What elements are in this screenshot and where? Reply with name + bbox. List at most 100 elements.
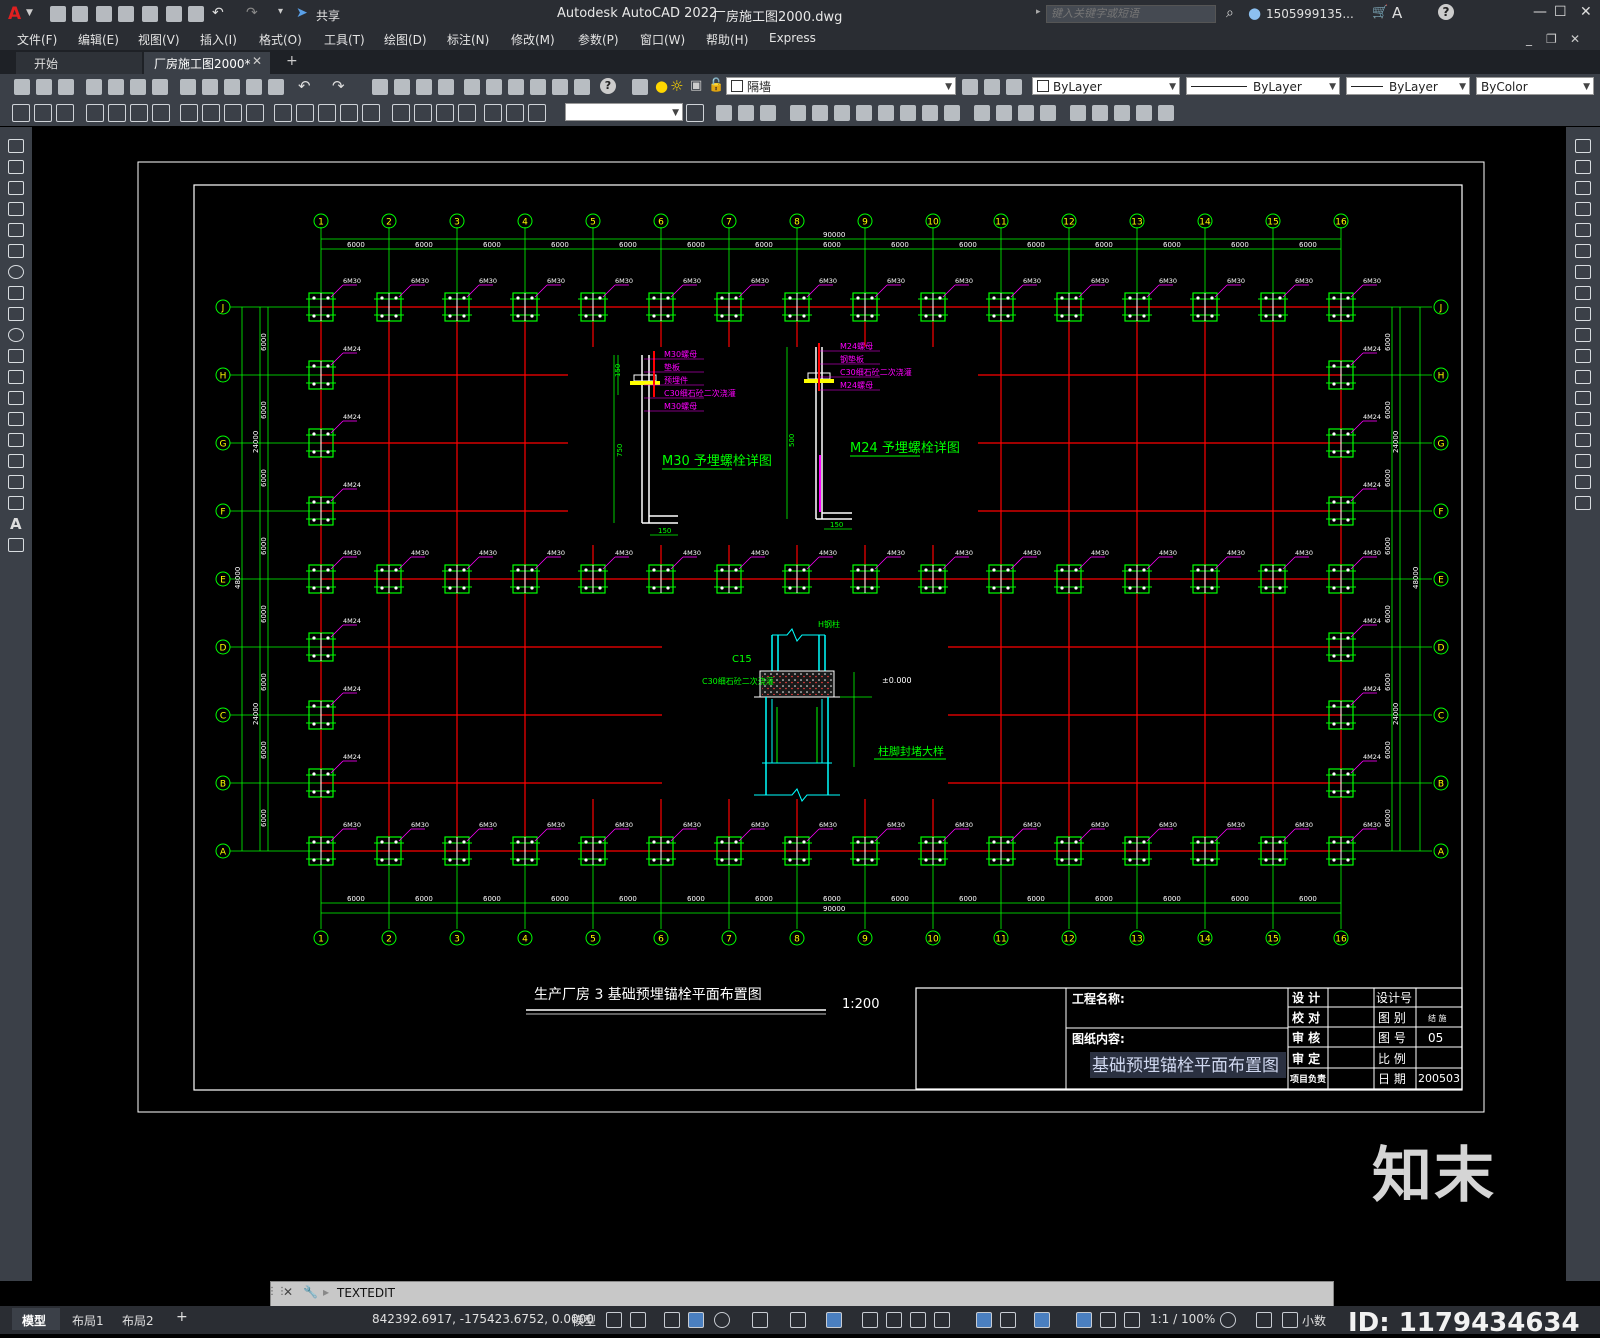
r-trim-icon[interactable] (1575, 328, 1591, 342)
fillet-icon[interactable] (1040, 105, 1056, 121)
redo-icon[interactable]: ↷ (246, 5, 258, 21)
doc-close-icon[interactable]: ✕ (1570, 32, 1580, 46)
sheet-set-icon[interactable] (530, 79, 546, 95)
annotation-monitor-icon[interactable] (1256, 1312, 1272, 1328)
mtext-icon[interactable]: A (10, 515, 22, 533)
trim-icon[interactable] (922, 105, 938, 121)
new-icon[interactable] (50, 6, 66, 22)
r-explode-icon[interactable] (1575, 496, 1591, 510)
table-icon[interactable] (8, 496, 24, 510)
doc-restore-icon[interactable]: ❐ (1546, 32, 1557, 46)
layer-manager-icon[interactable] (632, 79, 648, 95)
search-input[interactable] (1046, 5, 1216, 23)
quick-dim-icon[interactable] (274, 104, 292, 122)
share-icon[interactable]: ➤ (296, 5, 308, 21)
gradient-icon[interactable] (8, 454, 24, 468)
tb-redo-icon[interactable]: ↷ (332, 77, 345, 95)
dim-jogged-icon[interactable] (202, 104, 220, 122)
add-layout-button[interactable]: + (176, 1309, 188, 1325)
dynamic-ucs-icon[interactable] (976, 1312, 992, 1328)
transparency-icon[interactable] (886, 1312, 902, 1328)
break-icon[interactable] (974, 105, 990, 121)
dim-break-icon[interactable] (362, 104, 380, 122)
edit-spline-icon[interactable] (1136, 105, 1152, 121)
cart-icon[interactable]: 🛒 (1372, 5, 1388, 20)
doc-minimize-icon[interactable]: _ (1526, 32, 1532, 46)
zoom-previous-icon[interactable] (438, 79, 454, 95)
menu-insert[interactable]: 插入(I) (200, 31, 237, 48)
dim-ordinate-icon[interactable] (152, 104, 170, 122)
linetype-combo[interactable]: ByLayer ▼ (1186, 77, 1340, 95)
match-prop-icon[interactable] (246, 79, 262, 95)
r-blend-icon[interactable] (1575, 475, 1591, 489)
tb-help-icon[interactable]: ? (600, 78, 616, 94)
auto-scale-icon[interactable] (1100, 1312, 1116, 1328)
block-editor-icon[interactable] (268, 79, 284, 95)
lineweight-combo[interactable]: ByLayer ▼ (1346, 77, 1470, 95)
layer-state-icon[interactable] (1006, 79, 1022, 95)
rectangle-icon[interactable] (8, 223, 24, 237)
dim-linear-icon[interactable] (86, 104, 104, 122)
dynamic-input-icon[interactable] (664, 1312, 680, 1328)
annotation-visibility-icon[interactable] (1076, 1312, 1092, 1328)
markup-icon[interactable] (552, 79, 568, 95)
drawing-canvas[interactable]: 90000 6000 6000 6000 6000 6000 6000 6000 6000 600… (32, 127, 1566, 1281)
open-web-icon[interactable] (142, 6, 158, 22)
cmd-customize-icon[interactable]: 🔧 (303, 1285, 318, 1299)
move-icon[interactable] (834, 105, 850, 121)
rotate-icon[interactable] (856, 105, 872, 121)
object-snap-tracking-icon[interactable] (790, 1312, 806, 1328)
insert-block-icon[interactable] (12, 104, 30, 122)
zoom-realtime-icon[interactable] (394, 79, 410, 95)
plot-icon[interactable] (188, 6, 204, 22)
r-scale-icon[interactable] (1575, 286, 1591, 300)
r-rotate-icon[interactable] (1575, 265, 1591, 279)
r-join-icon[interactable] (1575, 412, 1591, 426)
dim-radius-icon[interactable] (180, 104, 198, 122)
attach-icon[interactable] (34, 104, 52, 122)
tab-start[interactable]: 开始 (16, 52, 142, 74)
workspace-gear-icon[interactable] (1220, 1312, 1236, 1328)
gizmo-icon[interactable] (1034, 1312, 1050, 1328)
insert-icon[interactable] (8, 370, 24, 384)
r-fillet-icon[interactable] (1575, 454, 1591, 468)
cut-icon[interactable] (180, 79, 196, 95)
dim-aligned-icon[interactable] (108, 104, 126, 122)
r-chamfer-icon[interactable] (1575, 433, 1591, 447)
qopen-icon[interactable] (36, 79, 52, 95)
coordinates-readout[interactable]: 842392.6917, -175423.6752, 0.0000 (372, 1312, 594, 1326)
maximize-icon[interactable]: ☐ (1554, 4, 1567, 20)
menu-parametric[interactable]: 参数(P) (578, 31, 619, 48)
pan-icon[interactable] (372, 79, 388, 95)
customize-arrow-icon[interactable]: ▾ (278, 6, 283, 17)
r-erase-icon[interactable] (1575, 139, 1591, 153)
dim-diameter-icon[interactable] (224, 104, 242, 122)
r-extend-icon[interactable] (1575, 349, 1591, 363)
dim-edit-icon[interactable] (484, 104, 502, 122)
publish-icon[interactable] (130, 79, 146, 95)
polyline-icon[interactable] (8, 181, 24, 195)
menu-help[interactable]: 帮助(H) (706, 31, 748, 48)
scale-icon[interactable] (878, 105, 894, 121)
chamfer-icon[interactable] (1018, 105, 1034, 121)
r-stretch-icon[interactable] (1575, 307, 1591, 321)
join-icon[interactable] (996, 105, 1012, 121)
object-snap-icon[interactable] (826, 1312, 842, 1328)
array-icon[interactable] (812, 105, 828, 121)
erase-icon[interactable] (716, 105, 732, 121)
polygon-icon[interactable] (8, 202, 24, 216)
help-icon[interactable]: ? (1438, 4, 1454, 20)
layer-combo[interactable]: 隔墙 ▼ (726, 77, 956, 95)
preview-icon[interactable] (108, 79, 124, 95)
jogged-linear-icon[interactable] (458, 104, 476, 122)
add-selected-icon[interactable] (8, 538, 24, 552)
dim-angular-icon[interactable] (246, 104, 264, 122)
copy-icon[interactable] (202, 79, 218, 95)
r-offset-icon[interactable] (1575, 202, 1591, 216)
r-mirror-icon[interactable] (1575, 181, 1591, 195)
command-line[interactable]: ⋮⋮ ✕ 🔧 ▸ TEXTEDIT (267, 1281, 1334, 1307)
menu-view[interactable]: 视图(V) (138, 31, 180, 48)
save-icon[interactable] (96, 6, 112, 22)
model-space-toggle[interactable]: 模型 (572, 1312, 596, 1329)
close-icon[interactable]: ✕ (1580, 4, 1592, 20)
